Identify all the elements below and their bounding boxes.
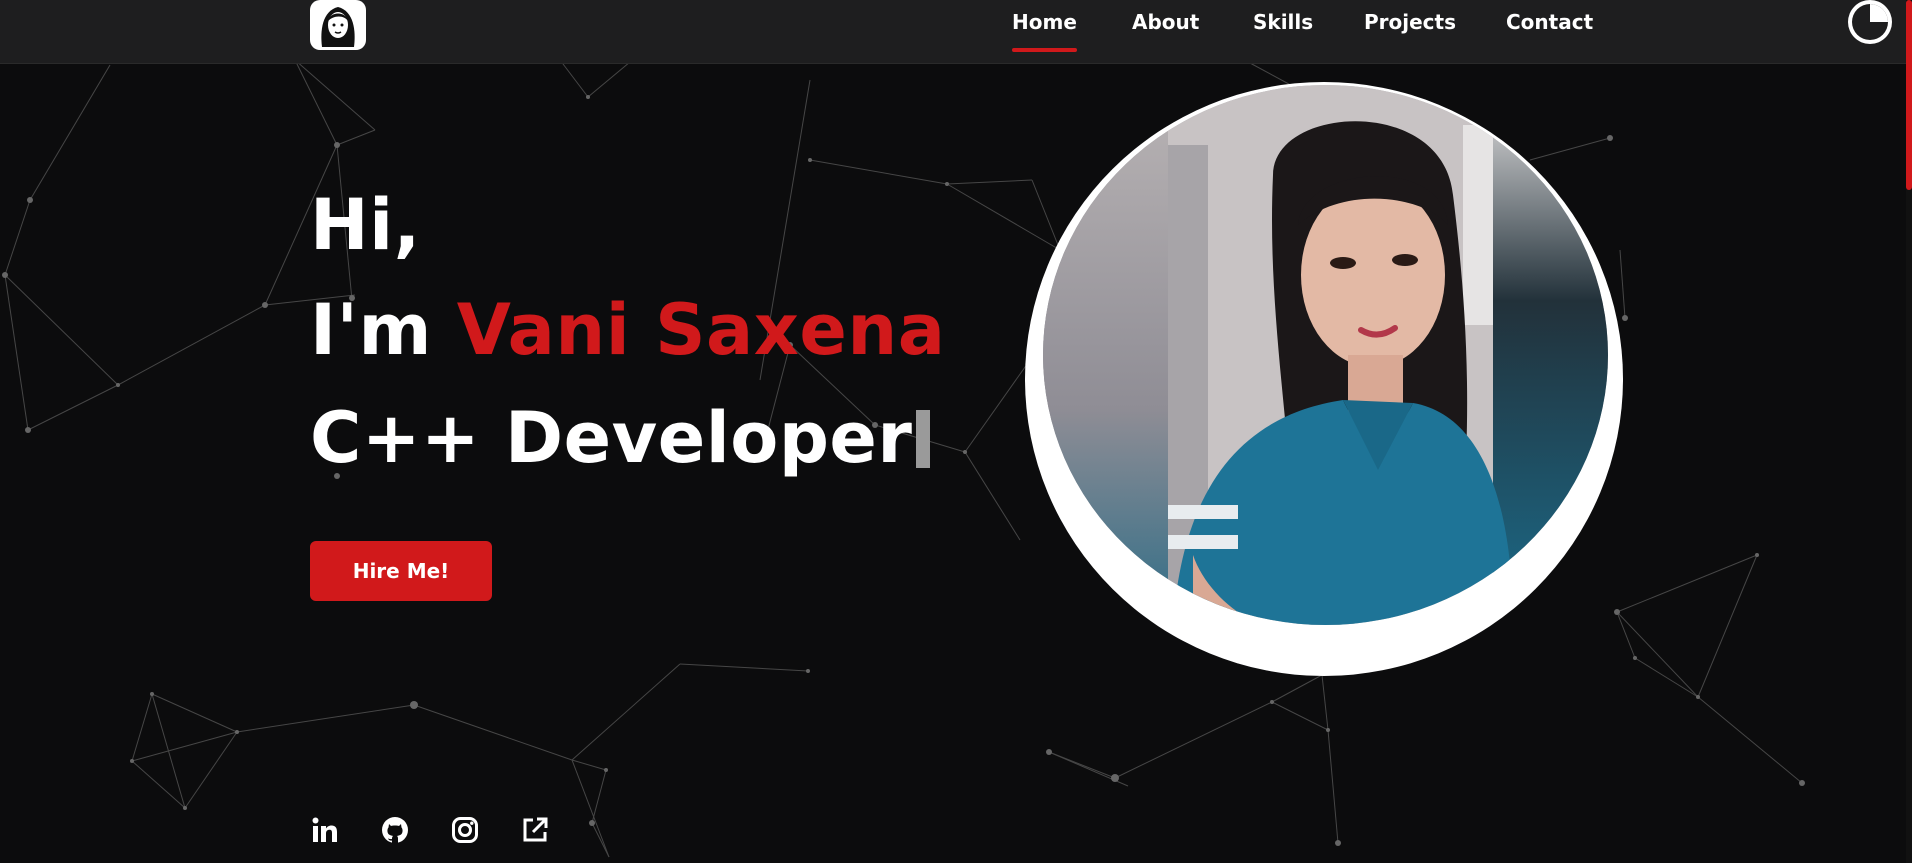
scrollbar-thumb[interactable]: [1906, 0, 1912, 190]
github-graphic: [382, 817, 408, 843]
nav-about[interactable]: About: [1132, 10, 1199, 34]
typing-caret: [916, 410, 931, 468]
particle-network-background: [2, 59, 1805, 858]
role-text: C++ Developer: [310, 397, 913, 479]
greeting-text: Hi,: [310, 184, 421, 266]
top-navbar: Home About Skills Projects Contact: [0, 0, 1912, 64]
profile-photo-illustration: [1043, 85, 1608, 625]
intro-prefix: I'm: [310, 289, 457, 371]
external-link-icon[interactable]: [520, 815, 550, 845]
nav-home[interactable]: Home: [1012, 10, 1077, 52]
role-heading: C++ Developer: [310, 403, 931, 473]
logo-illustration: [321, 7, 355, 47]
instagram-graphic: [452, 817, 478, 843]
github-icon[interactable]: [380, 815, 410, 845]
linkedin-graphic: [312, 817, 337, 842]
theme-toggle-graphic: [1848, 0, 1892, 44]
woman-avatar-icon[interactable]: [310, 0, 366, 50]
nav-skills[interactable]: Skills: [1253, 10, 1313, 34]
external-link-graphic: [523, 817, 548, 842]
instagram-icon[interactable]: [450, 815, 480, 845]
profile-photo-frame: [1025, 82, 1623, 676]
developer-name: Vani Saxena: [456, 289, 946, 371]
nav-contact[interactable]: Contact: [1506, 10, 1593, 34]
linkedin-icon[interactable]: [310, 815, 340, 845]
intro-heading: I'm Vani Saxena: [310, 295, 945, 365]
nav-projects[interactable]: Projects: [1364, 10, 1456, 34]
moon-icon[interactable]: [1844, 0, 1894, 46]
hire-me-button[interactable]: Hire Me!: [310, 541, 492, 601]
profile-photo: [1043, 85, 1608, 625]
